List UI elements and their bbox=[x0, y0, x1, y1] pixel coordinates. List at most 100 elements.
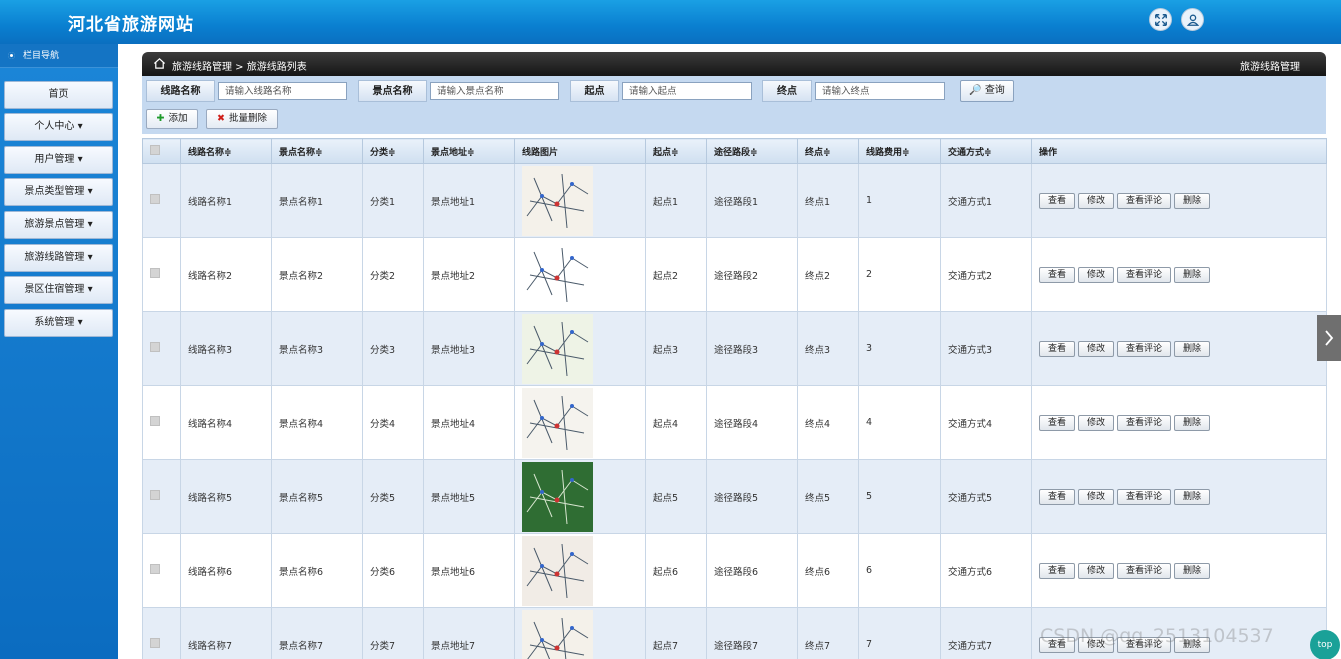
row-checkbox[interactable] bbox=[150, 416, 160, 426]
table-row: 线路名称6 景点名称6 分类6 景点地址6 起点6 途径路段6 终点6 6 交通方式6 查看 修改… bbox=[142, 533, 1327, 608]
add-button[interactable]: ✚ 添加 bbox=[146, 109, 198, 129]
fullscreen-icon[interactable] bbox=[1149, 8, 1172, 31]
view-comments-button[interactable]: 查看评论 bbox=[1117, 562, 1171, 579]
row-checkbox[interactable] bbox=[150, 638, 160, 648]
start-cell: 起点4 bbox=[645, 385, 707, 460]
start-input[interactable] bbox=[622, 82, 752, 100]
row-checkbox-cell[interactable] bbox=[142, 237, 181, 312]
end-input[interactable] bbox=[815, 82, 945, 100]
column-header[interactable]: 景点地址≑ bbox=[423, 138, 515, 164]
sidebar-item-spot-management[interactable]: 旅游景点管理 ▾ bbox=[4, 211, 113, 239]
category-cell: 分类4 bbox=[362, 385, 424, 460]
view-button[interactable]: 查看 bbox=[1039, 266, 1075, 283]
row-checkbox-cell[interactable] bbox=[142, 533, 181, 608]
category-cell: 分类6 bbox=[362, 533, 424, 608]
start-cell: 起点2 bbox=[645, 237, 707, 312]
sidebar-item-route-management[interactable]: 旅游线路管理 ▾ bbox=[4, 244, 113, 272]
delete-button[interactable]: 删除 bbox=[1174, 192, 1210, 209]
column-header[interactable]: 线路费用≑ bbox=[858, 138, 941, 164]
end-cell: 终点6 bbox=[797, 533, 859, 608]
chevron-right-icon bbox=[1325, 330, 1334, 346]
row-checkbox[interactable] bbox=[150, 342, 160, 352]
sidebar-item-personal-center[interactable]: 个人中心 ▾ bbox=[4, 113, 113, 141]
view-comments-button[interactable]: 查看评论 bbox=[1117, 488, 1171, 505]
select-all-checkbox[interactable] bbox=[150, 144, 160, 155]
delete-button[interactable]: 删除 bbox=[1174, 488, 1210, 505]
address-cell: 景点地址5 bbox=[423, 459, 515, 534]
select-all-header[interactable] bbox=[142, 138, 181, 164]
edit-button[interactable]: 修改 bbox=[1078, 414, 1114, 431]
cost-cell: 1 bbox=[858, 163, 941, 238]
delete-button[interactable]: 删除 bbox=[1174, 562, 1210, 579]
table-row: 线路名称3 景点名称3 分类3 景点地址3 起点3 途径路段3 终点3 3 交通方式3 查看 修改… bbox=[142, 311, 1327, 386]
edit-button[interactable]: 修改 bbox=[1078, 340, 1114, 357]
address-cell: 景点地址1 bbox=[423, 163, 515, 238]
transport-cell: 交通方式2 bbox=[940, 237, 1032, 312]
transport-cell: 交通方式7 bbox=[940, 607, 1032, 659]
route-name-input[interactable] bbox=[218, 82, 347, 100]
delete-button[interactable]: 删除 bbox=[1174, 414, 1210, 431]
route-map-image[interactable] bbox=[522, 239, 593, 310]
view-button[interactable]: 查看 bbox=[1039, 192, 1075, 209]
sidebar-item-home[interactable]: 首页 bbox=[4, 81, 113, 109]
next-page-arrow[interactable] bbox=[1317, 315, 1341, 361]
column-header[interactable]: 终点≑ bbox=[797, 138, 859, 164]
row-checkbox[interactable] bbox=[150, 490, 160, 500]
sidebar-item-user-management[interactable]: 用户管理 ▾ bbox=[4, 146, 113, 174]
sidebar-item-system-management[interactable]: 系统管理 ▾ bbox=[4, 309, 113, 337]
query-button[interactable]: 🔎 查询 bbox=[960, 80, 1014, 102]
end-cell: 终点3 bbox=[797, 311, 859, 386]
route-map-image[interactable] bbox=[522, 313, 593, 384]
column-header[interactable]: 交通方式≑ bbox=[940, 138, 1032, 164]
start-cell: 起点7 bbox=[645, 607, 707, 659]
sidebar-item-lodging-management[interactable]: 景区住宿管理 ▾ bbox=[4, 276, 113, 304]
column-header[interactable]: 途径路段≑ bbox=[706, 138, 798, 164]
actions-cell: 查看 修改 查看评论 删除 bbox=[1031, 385, 1327, 460]
batch-delete-button[interactable]: ✖ 批量删除 bbox=[206, 109, 278, 129]
route-map-image[interactable] bbox=[522, 535, 593, 606]
view-comments-button[interactable]: 查看评论 bbox=[1117, 192, 1171, 209]
view-button[interactable]: 查看 bbox=[1039, 488, 1075, 505]
row-checkbox-cell[interactable] bbox=[142, 459, 181, 534]
end-cell: 终点7 bbox=[797, 607, 859, 659]
route-name-cell: 线路名称4 bbox=[180, 385, 272, 460]
delete-button[interactable]: 删除 bbox=[1174, 266, 1210, 283]
row-checkbox-cell[interactable] bbox=[142, 607, 181, 659]
view-button[interactable]: 查看 bbox=[1039, 340, 1075, 357]
table-row: 线路名称4 景点名称4 分类4 景点地址4 起点4 途径路段4 终点4 4 交通方式4 查看 修改… bbox=[142, 385, 1327, 460]
column-header[interactable]: 线路名称≑ bbox=[180, 138, 272, 164]
edit-button[interactable]: 修改 bbox=[1078, 266, 1114, 283]
sidebar: 栏目导航 首页 个人中心 ▾ 用户管理 ▾ 景点类型管理 ▾ 旅游景点管理 ▾ … bbox=[0, 44, 118, 659]
back-to-top-button[interactable]: top bbox=[1310, 630, 1340, 659]
spot-name-cell: 景点名称7 bbox=[271, 607, 363, 659]
row-checkbox-cell[interactable] bbox=[142, 163, 181, 238]
view-button[interactable]: 查看 bbox=[1039, 562, 1075, 579]
route-map-image[interactable] bbox=[522, 461, 593, 532]
via-cell: 途径路段6 bbox=[706, 533, 798, 608]
transport-cell: 交通方式5 bbox=[940, 459, 1032, 534]
edit-button[interactable]: 修改 bbox=[1078, 192, 1114, 209]
spot-name-input[interactable] bbox=[430, 82, 559, 100]
sidebar-item-spot-type-management[interactable]: 景点类型管理 ▾ bbox=[4, 178, 113, 206]
row-checkbox[interactable] bbox=[150, 268, 160, 278]
route-map-image[interactable] bbox=[522, 609, 593, 659]
route-image-cell bbox=[514, 607, 646, 659]
view-comments-button[interactable]: 查看评论 bbox=[1117, 340, 1171, 357]
row-checkbox-cell[interactable] bbox=[142, 311, 181, 386]
user-icon[interactable] bbox=[1181, 8, 1204, 31]
column-header[interactable]: 分类≑ bbox=[362, 138, 424, 164]
column-header[interactable]: 起点≑ bbox=[645, 138, 707, 164]
route-map-image[interactable] bbox=[522, 165, 593, 236]
route-map-image[interactable] bbox=[522, 387, 593, 458]
row-checkbox[interactable] bbox=[150, 194, 160, 204]
actions-cell: 查看 修改 查看评论 删除 bbox=[1031, 163, 1327, 238]
delete-button[interactable]: 删除 bbox=[1174, 340, 1210, 357]
column-header[interactable]: 景点名称≑ bbox=[271, 138, 363, 164]
view-comments-button[interactable]: 查看评论 bbox=[1117, 414, 1171, 431]
view-comments-button[interactable]: 查看评论 bbox=[1117, 266, 1171, 283]
row-checkbox[interactable] bbox=[150, 564, 160, 574]
row-checkbox-cell[interactable] bbox=[142, 385, 181, 460]
view-button[interactable]: 查看 bbox=[1039, 414, 1075, 431]
edit-button[interactable]: 修改 bbox=[1078, 488, 1114, 505]
edit-button[interactable]: 修改 bbox=[1078, 562, 1114, 579]
